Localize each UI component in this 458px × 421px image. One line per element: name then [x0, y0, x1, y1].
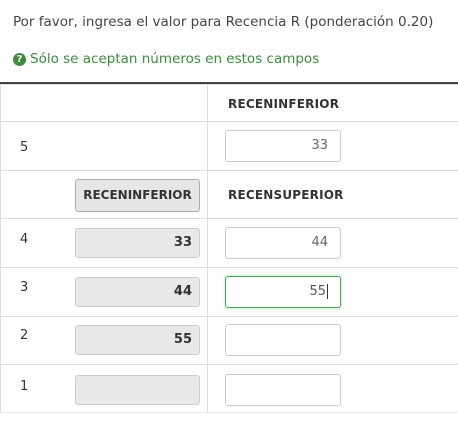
recensuperior-input-1[interactable]	[225, 374, 341, 406]
table-row-3: 3 44 55	[0, 267, 458, 316]
answer-table: RECENINFERIOR 5 33 RECENINFERIOR RECENSU…	[0, 82, 458, 413]
header-recensuperior: RECENSUPERIOR	[228, 188, 344, 202]
receninferior-readonly-2: 55	[75, 325, 200, 355]
recensuperior-input-4[interactable]: 44	[225, 227, 341, 259]
header-receninferior: RECENINFERIOR	[228, 97, 340, 111]
table-row-2: 2 55	[0, 316, 458, 364]
input-value: 55	[309, 284, 326, 299]
table-row-5: 5 33	[0, 121, 458, 170]
receninferior-header-button[interactable]: RECENINFERIOR	[75, 179, 200, 212]
question-text: Por favor, ingresa el valor para Recenci…	[13, 14, 434, 30]
receninferior-input-5[interactable]: 33	[225, 130, 341, 162]
numbers-only-tip: ? Sólo se aceptan números en estos campo…	[13, 51, 319, 67]
table-row-4: 4 33 44	[0, 218, 458, 267]
receninferior-readonly-3: 44	[75, 277, 200, 307]
recensuperior-input-3[interactable]: 55	[225, 276, 341, 308]
text-caret	[327, 284, 328, 299]
row-label: 5	[20, 140, 29, 155]
table-header-row: RECENINFERIOR	[0, 84, 458, 121]
question-circle-icon: ?	[13, 52, 26, 66]
receninferior-readonly-1	[75, 375, 200, 405]
table-subheader-row: RECENINFERIOR RECENSUPERIOR	[0, 170, 458, 218]
table-row-1: 1	[0, 364, 458, 412]
row-label: 1	[20, 379, 29, 394]
tip-text: Sólo se aceptan números en estos campos	[30, 51, 320, 67]
row-label: 2	[20, 328, 29, 343]
recensuperior-input-2[interactable]	[225, 324, 341, 356]
row-label: 4	[20, 232, 29, 247]
row-label: 3	[20, 280, 29, 295]
receninferior-readonly-4: 33	[75, 228, 200, 258]
